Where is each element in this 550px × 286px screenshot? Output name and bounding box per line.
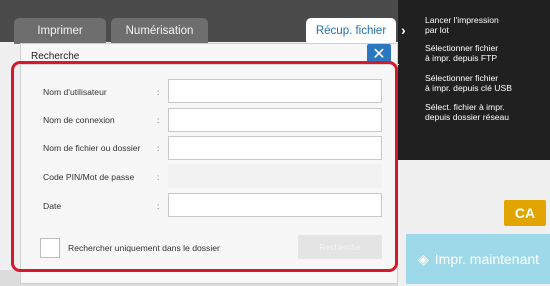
username-field[interactable] — [168, 79, 382, 103]
file-folder-name-colon: : — [157, 143, 160, 153]
tab-imprimer[interactable]: Imprimer — [14, 18, 106, 44]
start-diamond-icon: ◈ — [418, 250, 429, 267]
date-field[interactable] — [168, 193, 382, 217]
side-menu-item-ftp[interactable]: Sélectionner fichier à impr. depuis FTP — [425, 43, 547, 63]
side-menu-item-batch-print[interactable]: Lancer l'impression par lot — [425, 15, 547, 35]
print-now-label: Impr. maintenant — [434, 251, 540, 267]
folder-only-label: Rechercher uniquement dans le dossier — [68, 243, 220, 253]
pin-password-field — [168, 164, 382, 188]
file-folder-name-label: Nom de fichier ou dossier — [43, 143, 141, 153]
tab-numerisation[interactable]: Numérisation — [111, 18, 208, 44]
login-name-label: Nom de connexion — [43, 115, 115, 125]
login-name-colon: : — [157, 115, 160, 125]
pin-password-label: Code PIN/Mot de passe — [43, 172, 135, 182]
tab-recup-fichier[interactable]: Récup. fichier — [306, 18, 396, 44]
print-now-button[interactable]: ◈ Impr. maintenant — [406, 234, 550, 284]
search-button[interactable]: Recherche — [298, 235, 382, 259]
date-colon: : — [157, 201, 160, 211]
folder-only-checkbox[interactable] — [40, 238, 60, 258]
side-menu-item-network[interactable]: Sélect. fichier à impr. depuis dossier r… — [425, 102, 547, 122]
ca-button[interactable]: CA — [504, 200, 546, 226]
side-menu-item-usb[interactable]: Sélectionner fichier à impr. depuis clé … — [425, 73, 547, 93]
username-colon: : — [157, 87, 160, 97]
pin-password-colon: : — [157, 172, 160, 182]
file-folder-name-field[interactable] — [168, 136, 382, 160]
username-label: Nom d'utilisateur — [43, 87, 107, 97]
login-name-field[interactable] — [168, 108, 382, 132]
chevron-right-icon[interactable]: › — [401, 22, 417, 38]
date-label: Date — [43, 201, 62, 211]
